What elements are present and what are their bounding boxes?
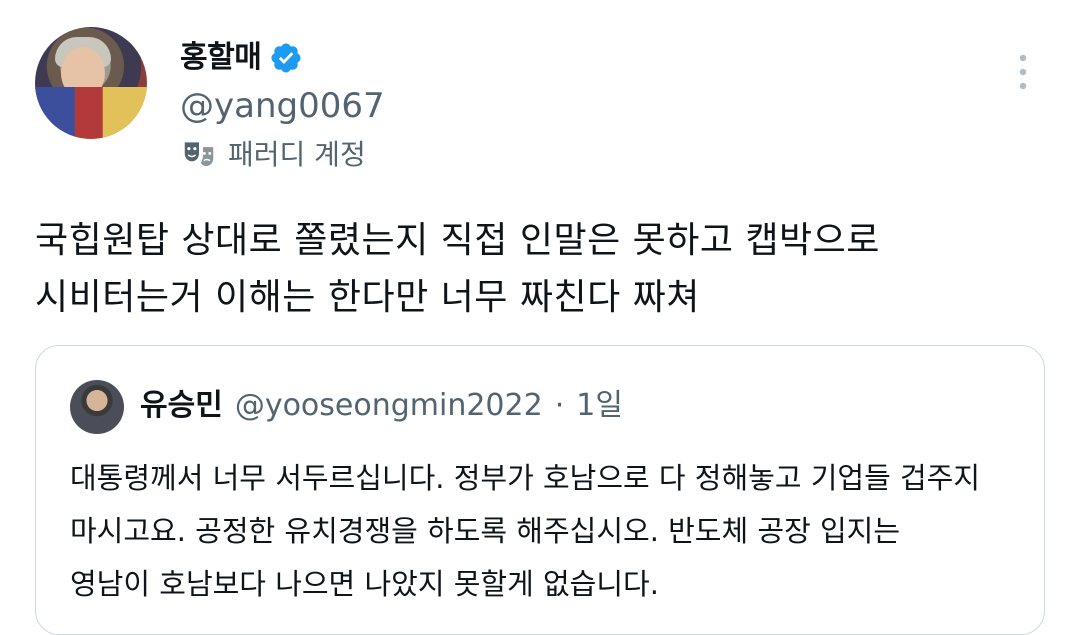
quoted-tweet-header: 유승민 @yooseongmin2022 · 1일: [140, 384, 623, 428]
author-avatar[interactable]: [35, 27, 147, 139]
tweet-line: 국힙원탑 상대로 쫄렸는지 직접 인말은 못하고 캡박으로: [35, 220, 880, 261]
tweet-text: 국힙원탑 상대로 쫄렸는지 직접 인말은 못하고 캡박으로 시비터는거 이해는 …: [35, 212, 1045, 326]
quoted-tweet-line: 마시고요. 공정한 유치경쟁을 하도록 해주십시오. 반도체 공장 입지는: [70, 514, 901, 548]
author-display-name[interactable]: 홍할매: [180, 38, 262, 78]
quoted-tweet-time: 1일: [576, 388, 623, 423]
quoted-author-avatar: [70, 380, 124, 434]
quoted-author-handle: @yooseongmin2022: [234, 388, 543, 423]
parody-badge: 패러디 계정: [180, 135, 366, 175]
quoted-tweet-card[interactable]: 유승민 @yooseongmin2022 · 1일 대통령께서 너무 서두르십니…: [35, 345, 1045, 635]
separator-dot: ·: [554, 388, 565, 423]
avatar-robe: [35, 87, 147, 139]
parody-label: 패러디 계정: [228, 138, 366, 171]
quoted-tweet-line: 영남이 호남보다 나으면 나았지 못할게 없습니다.: [70, 567, 659, 601]
author-name-row: 홍할매: [180, 38, 303, 78]
quoted-tweet-line: 대통령께서 너무 서두르십니다. 정부가 호남으로 다 정해놓고 기업들 겁주지: [70, 461, 981, 495]
quoted-author-name: 유승민: [140, 388, 223, 423]
theater-masks-icon: [184, 142, 214, 167]
author-handle[interactable]: @yang0067: [180, 84, 385, 128]
quoted-tweet-text: 대통령께서 너무 서두르십니다. 정부가 호남으로 다 정해놓고 기업들 겁주지…: [70, 452, 1020, 611]
tweet-line: 시비터는거 이해는 한다만 너무 짜친다 짜쳐: [35, 277, 700, 318]
verified-badge-icon: [271, 43, 301, 73]
more-vertical-icon[interactable]: [1010, 52, 1036, 92]
